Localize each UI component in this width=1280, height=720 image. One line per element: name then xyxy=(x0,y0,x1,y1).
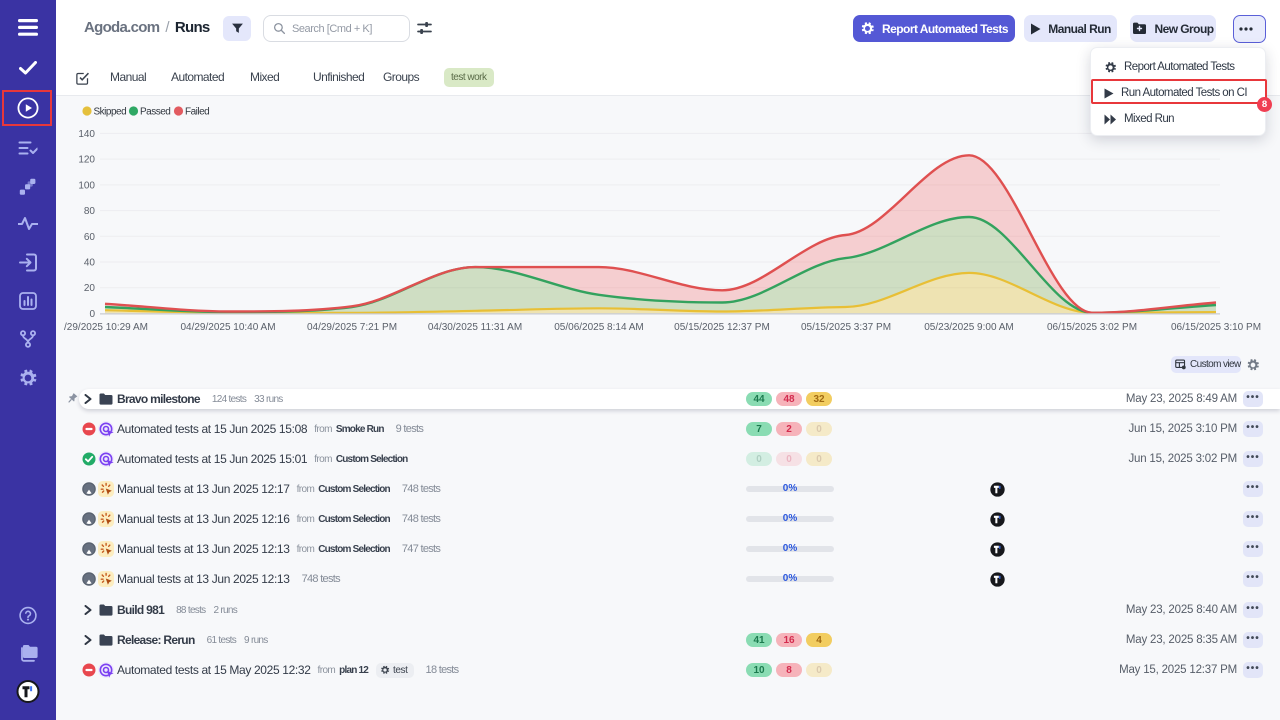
svg-text:05/06/2025 8:14 AM: 05/06/2025 8:14 AM xyxy=(554,322,644,333)
svg-text:Skipped: Skipped xyxy=(94,107,127,118)
svg-text:120: 120 xyxy=(78,155,95,166)
svg-text:04/29/2025 10:40 AM: 04/29/2025 10:40 AM xyxy=(180,322,275,333)
svg-text:06/15/2025 3:10 PM: 06/15/2025 3:10 PM xyxy=(1171,322,1261,333)
svg-text:Failed: Failed xyxy=(185,107,209,118)
svg-text:05/15/2025 12:37 PM: 05/15/2025 12:37 PM xyxy=(674,322,770,333)
svg-text:04/30/2025 11:31 AM: 04/30/2025 11:31 AM xyxy=(428,322,522,333)
svg-text:05/15/2025 3:37 PM: 05/15/2025 3:37 PM xyxy=(801,322,891,333)
svg-text:140: 140 xyxy=(78,129,95,140)
svg-text:100: 100 xyxy=(78,180,95,191)
svg-text:04/29/2025 7:21 PM: 04/29/2025 7:21 PM xyxy=(307,322,397,333)
svg-text:05/23/2025 9:00 AM: 05/23/2025 9:00 AM xyxy=(924,322,1014,333)
svg-text:40: 40 xyxy=(84,258,96,269)
svg-text:20: 20 xyxy=(84,283,96,294)
svg-text:0: 0 xyxy=(89,309,95,320)
svg-text:80: 80 xyxy=(84,206,96,217)
svg-text:60: 60 xyxy=(84,232,96,243)
svg-text:Passed: Passed xyxy=(140,107,170,118)
svg-text:06/15/2025 3:02 PM: 06/15/2025 3:02 PM xyxy=(1047,322,1137,333)
svg-text:/29/2025 10:29 AM: /29/2025 10:29 AM xyxy=(64,322,148,333)
